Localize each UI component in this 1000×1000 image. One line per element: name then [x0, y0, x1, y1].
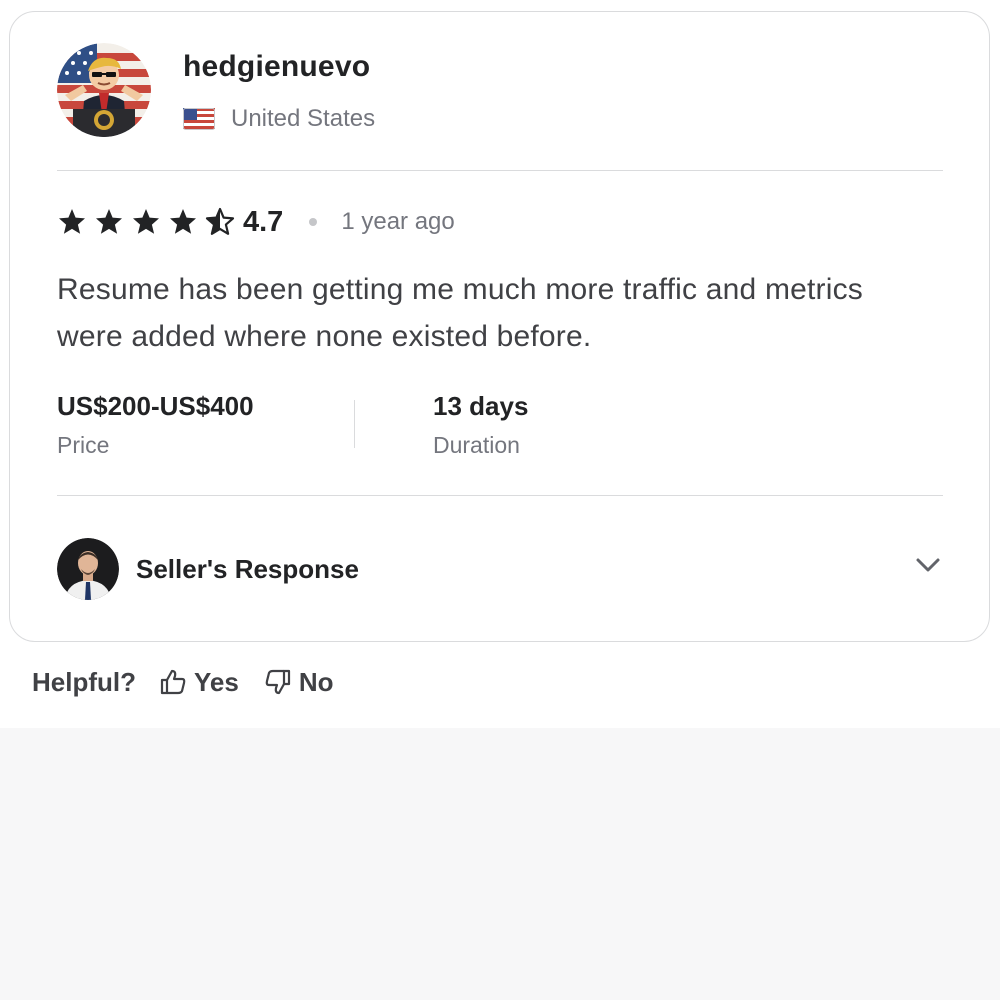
star-rating: [57, 207, 242, 237]
chevron-down-icon[interactable]: [913, 550, 943, 580]
helpful-row: Helpful? Yes No: [32, 663, 358, 701]
us-flag-icon: [183, 108, 215, 130]
review-card: hedgienuevo United States 4.7 1 year ago…: [9, 11, 990, 642]
helpful-no-label: No: [298, 666, 334, 697]
star-full-icon: [133, 209, 159, 234]
thumbs-down-icon: [265, 669, 290, 695]
reviewer-username[interactable]: hedgienuevo: [183, 50, 370, 84]
helpful-no-button[interactable]: No: [263, 667, 334, 698]
rating-row: 4.7 1 year ago: [57, 202, 455, 242]
seller-response-label: Seller's Response: [136, 553, 359, 584]
country-name: United States: [231, 105, 376, 132]
review-text: Resume has been getting me much more tra…: [57, 273, 864, 353]
star-full-icon: [96, 209, 122, 234]
duration-label: Duration: [433, 432, 520, 458]
price-block: US$200-US$400 Price: [57, 390, 254, 460]
star-full-icon: [170, 209, 196, 234]
star-full-icon: [59, 209, 85, 234]
dot-separator: [309, 218, 318, 226]
divider: [57, 170, 943, 171]
duration-value: 13 days: [433, 391, 529, 421]
helpful-label: Helpful?: [32, 666, 136, 697]
star-half-icon: [205, 207, 235, 235]
meta-divider: [354, 400, 355, 448]
cartoon-avatar-icon: [57, 43, 151, 137]
rating-score: 4.7: [243, 205, 284, 238]
reviewer-avatar[interactable]: [57, 43, 151, 137]
reviewer-country: United States: [183, 104, 375, 134]
duration-block: 13 days Duration: [433, 390, 528, 460]
seller-response-toggle[interactable]: Seller's Response: [57, 538, 943, 600]
price-value: US$200-US$400: [57, 391, 254, 421]
helpful-yes-label: Yes: [194, 666, 239, 697]
divider: [57, 495, 943, 496]
price-label: Price: [57, 432, 110, 458]
thumbs-up-icon: [160, 669, 186, 695]
review-date: 1 year ago: [341, 208, 455, 235]
helpful-yes-button[interactable]: Yes: [158, 667, 239, 698]
seller-avatar: [57, 538, 119, 600]
page-background-lower: [0, 728, 1000, 1000]
seller-avatar-icon: [57, 538, 119, 600]
